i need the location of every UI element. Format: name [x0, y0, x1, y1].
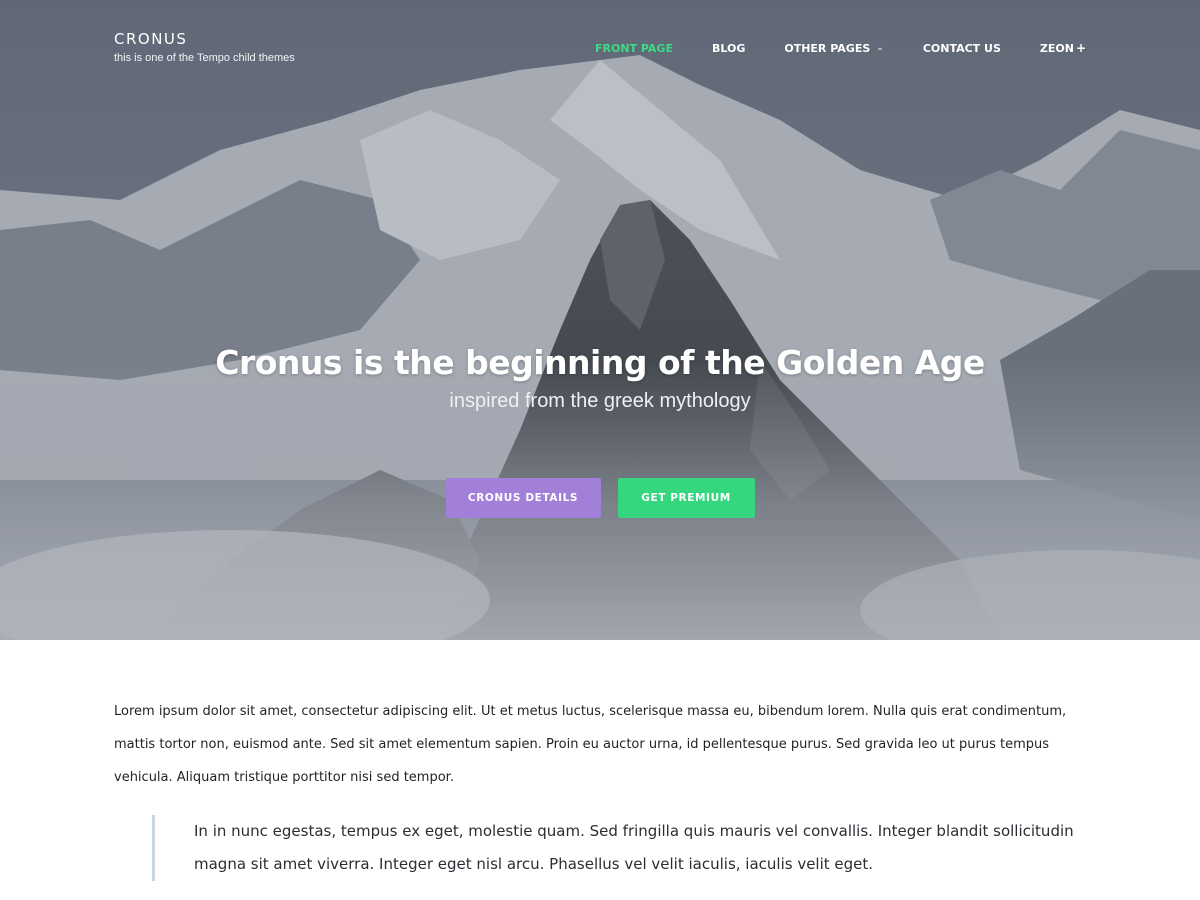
intro-paragraph: Lorem ipsum dolor sit amet, consectetur …	[114, 704, 1067, 785]
hero-subtitle: inspired from the greek mythology	[449, 390, 751, 412]
site-branding: CRONUS this is one of the Tempo child th…	[114, 30, 295, 64]
hero-mountain-image	[0, 0, 1200, 640]
nav-item-zeon[interactable]: ZEON +	[1040, 41, 1086, 55]
get-premium-button[interactable]: GET PREMIUM	[617, 478, 755, 518]
cronus-details-button[interactable]: CRONUS DETAILS	[445, 478, 601, 518]
nav-item-blog[interactable]: BLOG	[712, 42, 745, 55]
hero-buttons: CRONUS DETAILS GET PREMIUM	[0, 478, 1200, 518]
blockquote-text: In in nunc egestas, tempus ex eget, mole…	[194, 822, 1074, 873]
nav-item-label: CONTACT US	[922, 41, 1001, 55]
nav-item-front-page[interactable]: FRONT PAGE	[595, 42, 673, 55]
hero-section: CRONUS this is one of the Tempo child th…	[0, 0, 1200, 640]
site-tagline: this is one of the Tempo child themes	[114, 52, 295, 64]
nav-item-label: FRONT PAGE	[594, 41, 673, 55]
nav-item-contact-us[interactable]: CONTACT US	[923, 42, 1001, 55]
main-navigation: FRONT PAGE BLOG OTHER PAGES ⌄ CONTACT US…	[556, 41, 1086, 55]
nav-item-label: OTHER PAGES	[784, 41, 871, 55]
content-area: Lorem ipsum dolor sit amet, consectetur …	[0, 640, 1200, 900]
hero-title: Cronus is the beginning of the Golden Ag…	[215, 343, 985, 382]
chevron-down-icon: ⌄	[876, 43, 884, 53]
hero-content: Cronus is the beginning of the Golden Ag…	[0, 340, 1200, 413]
nav-item-label: ZEON	[1039, 41, 1074, 55]
nav-item-label: BLOG	[711, 41, 746, 55]
nav-item-other-pages[interactable]: OTHER PAGES ⌄	[784, 42, 883, 55]
plus-icon: +	[1075, 41, 1086, 55]
site-title[interactable]: CRONUS	[114, 30, 295, 48]
blockquote: In in nunc egestas, tempus ex eget, mole…	[152, 815, 1074, 881]
